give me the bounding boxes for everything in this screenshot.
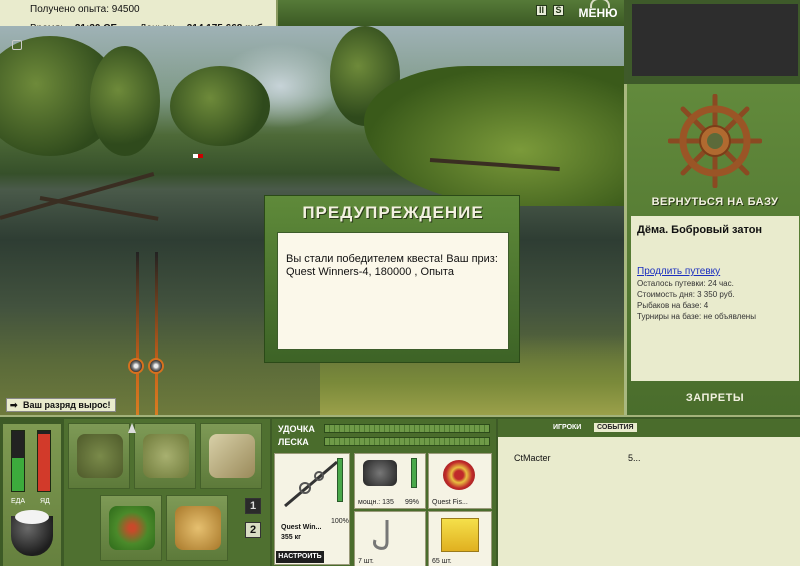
return-to-base-button[interactable]: ВЕРНУТЬСЯ НА БАЗУ: [627, 196, 800, 208]
inventory-slot[interactable]: [166, 495, 228, 561]
rod-weight: 355 кг: [281, 534, 302, 541]
rod-name: Quest Win...: [281, 524, 322, 531]
hooks-count: 7 шт.: [358, 558, 374, 565]
rod-condition: 100%: [331, 518, 349, 525]
setup-button[interactable]: НАСТРОИТЬ: [276, 551, 324, 563]
cursor-icon: [128, 423, 136, 433]
top-bar: [278, 0, 624, 26]
base-panel: ВЕРНУТЬСЯ НА БАЗУ Дёма. Бобровый затон П…: [624, 84, 800, 415]
inventory-slot[interactable]: [134, 423, 196, 489]
inventory-slot[interactable]: [68, 423, 130, 489]
dialog-message-line2: Quest Winners-4, 180000 , Опыта: [286, 266, 454, 278]
tab-players[interactable]: ИГРОКИ: [550, 423, 584, 432]
fishers-count: Рыбаков на базе: 4: [637, 301, 709, 310]
rod-1[interactable]: [136, 252, 139, 415]
map-icon: [209, 434, 255, 478]
bait-slot[interactable]: 65 шт.: [428, 511, 492, 566]
reel-slot[interactable]: мощн.: 135 99%: [354, 453, 426, 509]
inventory-slot[interactable]: [200, 423, 262, 489]
river-bank: [364, 66, 624, 206]
rod-slot[interactable]: 100% Quest Win... 355 кг: [274, 453, 350, 565]
experience-value: 94500: [111, 4, 140, 15]
tournaments-info: Турниры на базе: не объявлены: [637, 312, 756, 321]
inventory-page-1[interactable]: 1: [245, 498, 261, 514]
cauldron-icon[interactable]: [11, 510, 53, 556]
hook-slot[interactable]: 7 шт.: [354, 511, 426, 566]
line-tension-bar: [324, 437, 490, 446]
reel-condition-bar: [411, 458, 417, 488]
permit-remaining: Осталось путевки: 24 час.: [637, 279, 734, 288]
fishing-rod-icon: [284, 460, 338, 508]
rod-2[interactable]: [155, 252, 158, 415]
inventory-page-2[interactable]: 2: [245, 522, 261, 538]
fallen-log: [39, 196, 159, 221]
hook-icon: [373, 520, 389, 550]
bottom-panel: ЕДА ЯД 1 2 УДОЧКА ЛЕСКА 100% Quest Win..…: [0, 415, 800, 566]
poison-meter-fill: [38, 434, 50, 491]
sound-icon[interactable]: S: [553, 5, 564, 16]
bucket-icon: [175, 506, 221, 550]
location-name: Дёма. Бобровый затон: [637, 224, 763, 236]
inventory-slot[interactable]: [100, 495, 162, 561]
food-meter-fill: [12, 458, 24, 491]
minimap: [632, 4, 798, 76]
reel-power: мощн.: 135: [358, 499, 394, 506]
tab-events[interactable]: СОБЫТИЯ: [594, 423, 637, 432]
events-tabs: ИГРОКИ СОБЫТИЯ: [498, 419, 800, 437]
line-label: ЛЕСКА: [278, 437, 309, 447]
rod-label: УДОЧКА: [278, 424, 315, 434]
menu-button[interactable]: МЕНЮ: [576, 0, 620, 24]
dialog-body: Вы стали победителем квеста! Ваш приз: Q…: [277, 232, 509, 350]
scene-pause-icon[interactable]: [12, 40, 22, 50]
basket-icon: [109, 506, 155, 550]
reel-condition: 99%: [405, 499, 420, 506]
line-slot[interactable]: Quest Fis...: [428, 453, 492, 509]
poison-label: ЯД: [40, 498, 50, 505]
condition-meters: ЕДА ЯД: [3, 424, 61, 566]
pause-icon[interactable]: II: [536, 5, 547, 16]
minimap-panel: [628, 0, 800, 84]
reel-icon: [148, 358, 164, 374]
base-info: Дёма. Бобровый затон Продлить путевку Ос…: [631, 216, 799, 381]
bait-count: 65 шт.: [432, 558, 452, 565]
player-value: 5...: [628, 453, 641, 463]
rod-tension-bar: [324, 424, 490, 433]
inventory-panel: 1 2: [64, 419, 270, 566]
dialog-message-line1: Вы стали победителем квеста! Ваш приз:: [286, 253, 498, 265]
backpack-icon: [77, 434, 123, 478]
experience-label: Получено опыта:: [30, 4, 109, 15]
rod-condition-bar: [337, 458, 343, 502]
bans-button[interactable]: ЗАПРЕТЫ: [627, 392, 800, 404]
events-panel: ИГРОКИ СОБЫТИЯ CtMacter 5...: [498, 419, 800, 566]
food-label: ЕДА: [11, 498, 26, 505]
line-name: Quest Fis...: [432, 499, 468, 506]
food-meter: [11, 430, 25, 492]
tree: [90, 46, 160, 156]
tackle-panel: УДОЧКА ЛЕСКА 100% Quest Win... 355 кг НА…: [272, 419, 496, 566]
warning-dialog[interactable]: ПРЕДУПРЕЖДЕНИЕ Вы стали победителем квес…: [264, 195, 520, 363]
line-spool-icon: [443, 460, 475, 490]
reel-icon: [128, 358, 144, 374]
extend-permit-link[interactable]: Продлить путевку: [637, 266, 793, 277]
day-cost: Стоимость дня: 3 350 руб.: [637, 290, 735, 299]
ship-wheel-icon[interactable]: [668, 94, 762, 188]
bait-corn-icon: [441, 518, 479, 552]
reel-icon: [363, 460, 397, 486]
bag-icon: [143, 434, 189, 478]
player-name[interactable]: CtMacter: [514, 453, 551, 463]
tree: [170, 66, 270, 146]
dialog-title: ПРЕДУПРЕЖДЕНИЕ: [302, 203, 484, 222]
rank-notification[interactable]: Ваш разряд вырос!: [6, 398, 116, 412]
poison-meter: [37, 430, 51, 492]
float-icon: [193, 154, 203, 158]
